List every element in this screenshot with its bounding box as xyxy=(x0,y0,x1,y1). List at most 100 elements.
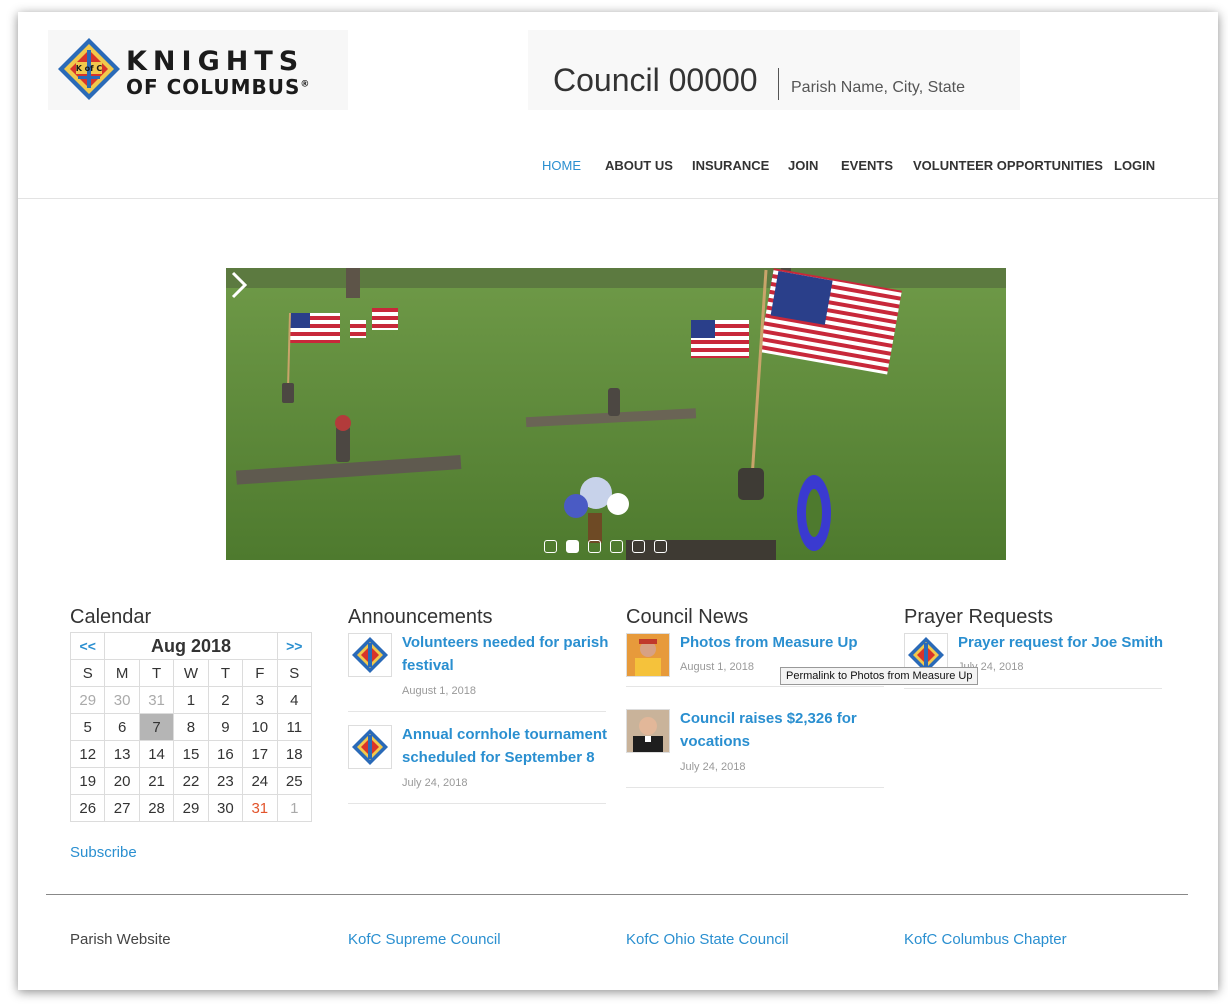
calendar-week: 26 27 28 29 30 31 1 xyxy=(69,794,313,822)
news-photo-thumbnail[interactable] xyxy=(626,709,670,753)
calendar-day: 2 xyxy=(207,686,244,714)
post-title-link[interactable]: Prayer request for Joe Smith xyxy=(958,631,1168,654)
post-date: July 24, 2018 xyxy=(680,761,746,773)
calendar-day: 5 xyxy=(69,713,106,741)
calendar-month: Aug 2018 xyxy=(104,632,278,660)
post-date: August 1, 2018 xyxy=(402,685,477,697)
browser-page: K of C KNIGHTS OF COLUMBUS® Council 0000… xyxy=(18,12,1218,990)
post-divider xyxy=(626,787,884,788)
nav-login[interactable]: LOGIN xyxy=(1114,158,1155,173)
calendar-week: 12 13 14 15 16 17 18 xyxy=(69,740,313,768)
kofc-emblem-thumbnail[interactable] xyxy=(348,725,392,769)
cemetery-flags-photo xyxy=(226,268,1006,560)
post-date: August 1, 2018 xyxy=(680,661,755,673)
calendar-day: 18 xyxy=(276,740,313,768)
footer-link-ohio-state-council[interactable]: KofC Ohio State Council xyxy=(626,931,789,948)
subscribe-link[interactable]: Subscribe xyxy=(70,844,137,861)
prayer-requests-title: Prayer Requests xyxy=(904,606,1053,628)
council-name: Council 00000 xyxy=(553,62,758,98)
permalink-tooltip: Permalink to Photos from Measure Up xyxy=(780,667,979,685)
post-title-link[interactable]: Council raises $2,326 for vocations xyxy=(680,707,890,753)
slider-dot-1[interactable] xyxy=(544,540,557,553)
calendar-prev-button[interactable]: << xyxy=(69,632,106,660)
slider-pagination xyxy=(544,540,667,553)
post-divider xyxy=(348,711,606,712)
header-divider xyxy=(18,198,1218,199)
kofc-emblem-thumbnail[interactable] xyxy=(348,633,392,677)
footer-link-supreme-council[interactable]: KofC Supreme Council xyxy=(348,931,501,948)
slider-dot-4[interactable] xyxy=(610,540,623,553)
calendar-day: 6 xyxy=(104,713,140,741)
post-divider xyxy=(626,686,884,687)
slider-dot-6[interactable] xyxy=(654,540,667,553)
nav-home[interactable]: HOME xyxy=(542,158,581,173)
kofc-emblem-icon xyxy=(352,729,388,765)
logo-line-2: OF COLUMBUS® xyxy=(126,75,311,99)
weekday: W xyxy=(173,659,209,687)
council-banner: Council 00000 Parish Name, City, State xyxy=(528,30,1020,110)
announcement-item: Annual cornhole tournament scheduled for… xyxy=(348,725,607,815)
slider-dot-5[interactable] xyxy=(632,540,645,553)
calendar-day: 29 xyxy=(69,686,106,714)
calendar-day: 30 xyxy=(207,794,244,822)
person-photo-icon xyxy=(627,634,669,676)
post-date: July 24, 2018 xyxy=(402,777,468,789)
calendar-day: 28 xyxy=(138,794,175,822)
calendar-week: 19 20 21 22 23 24 25 xyxy=(69,767,313,795)
calendar-day: 13 xyxy=(104,740,140,768)
news-item: Council raises $2,326 for vocations July… xyxy=(626,709,884,789)
slider-dot-3[interactable] xyxy=(588,540,601,553)
calendar-day: 8 xyxy=(173,713,209,741)
calendar-day: 1 xyxy=(173,686,209,714)
calendar-week: 5 6 7 8 9 10 11 xyxy=(69,713,313,741)
calendar-day: 4 xyxy=(276,686,313,714)
calendar-day: 22 xyxy=(173,767,209,795)
calendar-widget: << Aug 2018 >> S M T W T F S 29 30 31 1 … xyxy=(69,632,313,822)
kofc-emblem-icon: K of C xyxy=(58,38,120,100)
nav-events[interactable]: EVENTS xyxy=(841,158,893,173)
emblem-text: K of C xyxy=(76,64,103,73)
calendar-day: 1 xyxy=(276,794,313,822)
person-photo-icon xyxy=(627,710,669,752)
image-slider[interactable] xyxy=(226,268,1006,560)
calendar-day: 12 xyxy=(69,740,106,768)
footer-link-columbus-chapter[interactable]: KofC Columbus Chapter xyxy=(904,931,1067,948)
calendar-day: 17 xyxy=(242,740,278,768)
post-divider xyxy=(904,688,1162,689)
post-title-link[interactable]: Volunteers needed for parish festival xyxy=(402,631,612,677)
calendar-day: 23 xyxy=(207,767,244,795)
nav-join[interactable]: JOIN xyxy=(788,158,818,173)
council-divider xyxy=(778,68,779,100)
announcement-item: Volunteers needed for parish festival Au… xyxy=(348,633,608,723)
post-title-link[interactable]: Annual cornhole tournament scheduled for… xyxy=(402,723,612,769)
calendar-day: 9 xyxy=(207,713,244,741)
footer-link-parish-website[interactable]: Parish Website xyxy=(70,931,171,948)
nav-volunteer-opportunities[interactable]: VOLUNTEER OPPORTUNITIES xyxy=(913,158,1103,173)
slider-next-icon[interactable] xyxy=(226,268,252,302)
calendar-day: 26 xyxy=(69,794,106,822)
weekday: F xyxy=(242,659,278,687)
council-subtitle: Parish Name, City, State xyxy=(791,79,965,96)
kofc-logo[interactable]: K of C KNIGHTS OF COLUMBUS® xyxy=(48,30,348,110)
calendar-day: 15 xyxy=(173,740,209,768)
calendar-next-button[interactable]: >> xyxy=(276,632,313,660)
calendar-day: 29 xyxy=(173,794,209,822)
calendar-day: 21 xyxy=(138,767,175,795)
calendar-day: 16 xyxy=(207,740,244,768)
calendar-day-today: 7 xyxy=(138,713,175,741)
calendar-day-event[interactable]: 31 xyxy=(242,794,278,822)
calendar-day: 27 xyxy=(104,794,140,822)
slider-dot-2[interactable] xyxy=(566,540,579,553)
registered-mark: ® xyxy=(300,79,311,90)
calendar-day: 19 xyxy=(69,767,106,795)
weekday: S xyxy=(69,659,106,687)
calendar-week: 29 30 31 1 2 3 4 xyxy=(69,686,313,714)
calendar-day: 10 xyxy=(242,713,278,741)
announcements-title: Announcements xyxy=(348,606,493,628)
post-title-link[interactable]: Photos from Measure Up xyxy=(680,631,890,654)
kofc-emblem-icon xyxy=(352,637,388,673)
news-photo-thumbnail[interactable] xyxy=(626,633,670,677)
nav-about-us[interactable]: ABOUT US xyxy=(605,158,673,173)
logo-line-1: KNIGHTS xyxy=(126,46,305,77)
nav-insurance[interactable]: INSURANCE xyxy=(692,158,769,173)
